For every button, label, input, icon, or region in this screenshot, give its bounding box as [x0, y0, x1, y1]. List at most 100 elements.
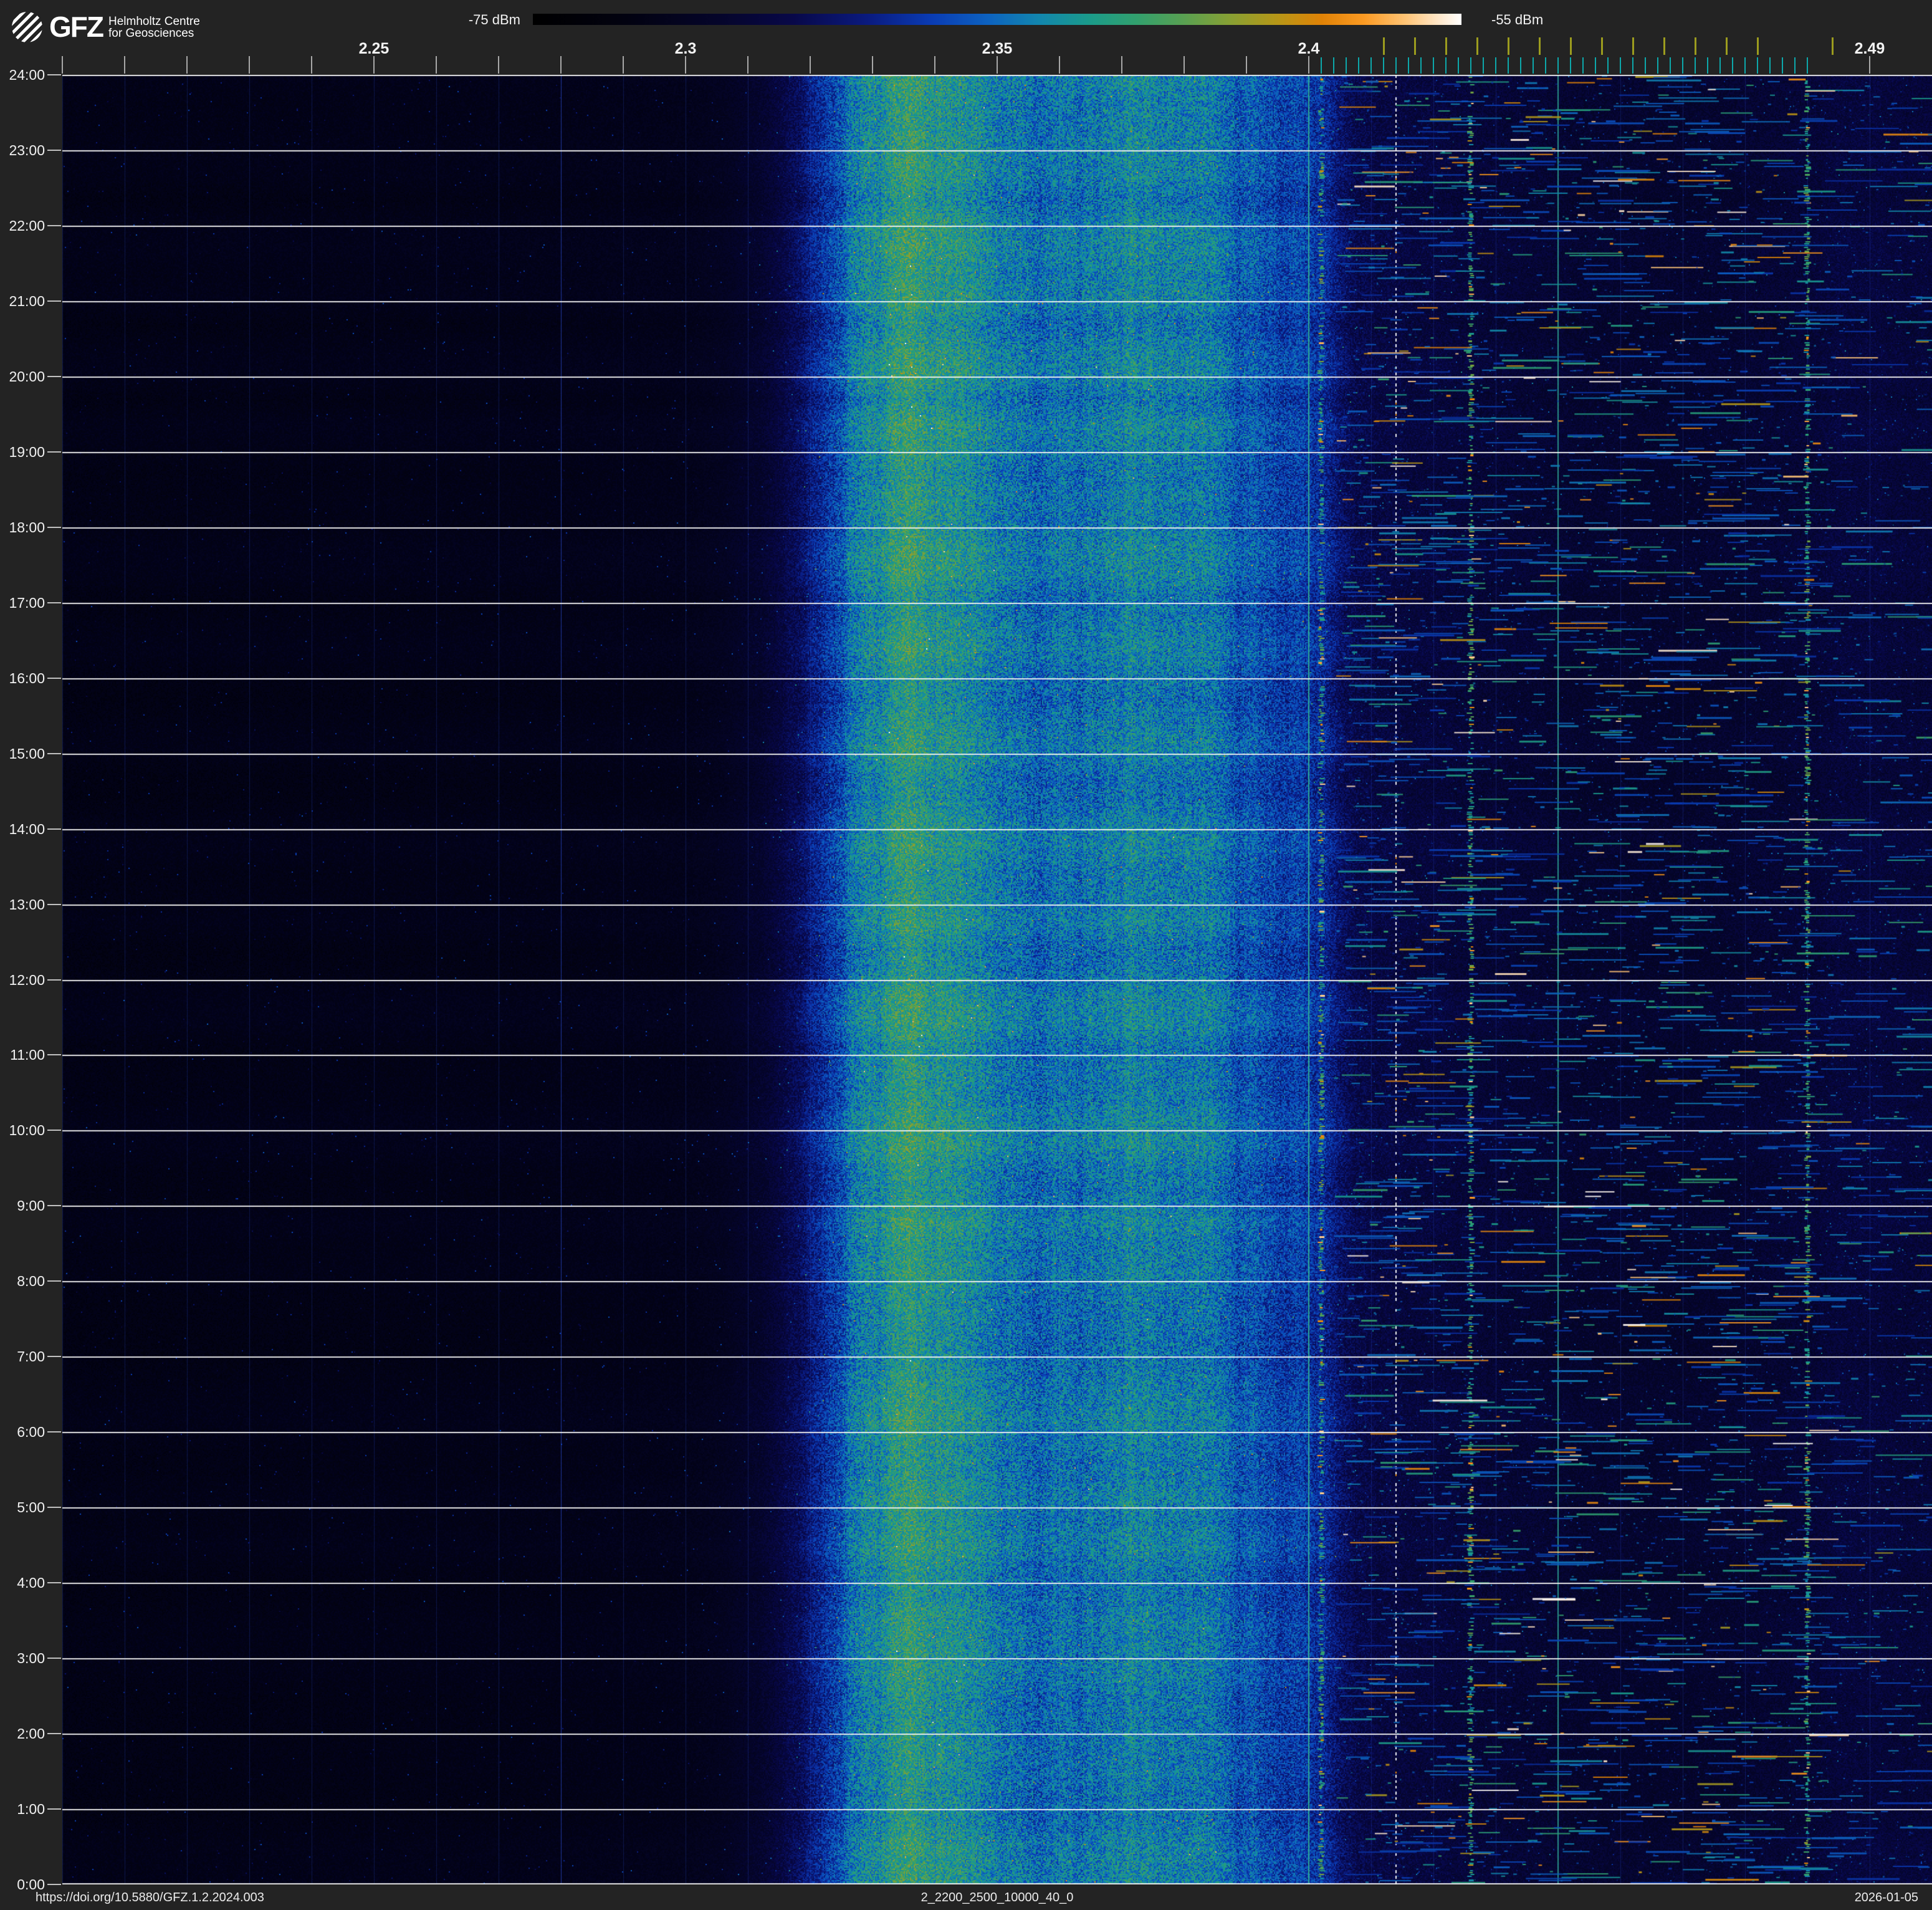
time-label: 2:00 [17, 1725, 45, 1742]
ble-channel-tick [1620, 57, 1621, 74]
hour-tick [47, 1582, 61, 1584]
spectrogram-canvas [62, 75, 1932, 1884]
ble-channel-tick [1757, 57, 1758, 74]
hour-tick [47, 526, 61, 528]
time-label: 18:00 [9, 519, 45, 535]
ble-channel-tick [1732, 57, 1733, 74]
frequency-tick [436, 56, 437, 74]
frequency-tick [747, 56, 748, 74]
ble-channel-tick [1395, 57, 1397, 74]
time-label: 22:00 [9, 217, 45, 234]
time-label: 19:00 [9, 443, 45, 460]
time-label: 20:00 [9, 368, 45, 385]
time-label: 16:00 [9, 669, 45, 686]
time-label: 23:00 [9, 142, 45, 158]
logo-brand: GFZ [49, 11, 104, 43]
frequency-tick-label: 2.25 [358, 40, 390, 57]
wifi-channel-tick [1445, 37, 1447, 55]
wifi-channel-tick [1601, 37, 1603, 55]
ble-channel-tick [1445, 57, 1447, 74]
ble-channel-tick [1794, 57, 1796, 74]
hour-tick [47, 1054, 61, 1056]
logo-org-line2: for Geosciences [108, 27, 194, 40]
ble-channel-tick [1657, 57, 1658, 74]
time-label: 4:00 [17, 1575, 45, 1591]
frequency-tick [1246, 56, 1247, 74]
time-label: 12:00 [9, 971, 45, 988]
ble-channel-tick [1557, 57, 1559, 74]
frequency-tick [685, 56, 686, 74]
frequency-tick [373, 56, 375, 74]
wifi-channel-tick [1695, 37, 1696, 55]
ble-channel-tick [1670, 57, 1671, 74]
frequency-tick [934, 56, 935, 74]
hour-tick [47, 1507, 61, 1509]
wifi-channel-tick [1570, 37, 1572, 55]
time-label: 6:00 [17, 1424, 45, 1441]
logo-org-name: Helmholtz Centre for Geosciences [108, 16, 200, 39]
dataset-id-label: 2_2200_2500_10000_40_0 [921, 1891, 1074, 1904]
wifi-channel-tick [1414, 37, 1416, 55]
ble-channel-tick [1707, 57, 1708, 74]
ble-channel-tick [1333, 57, 1334, 74]
hour-tick [47, 752, 61, 754]
wifi-channel-tick [1476, 37, 1478, 55]
frequency-tick [1869, 56, 1870, 74]
gfz-logo-icon [12, 12, 42, 42]
ble-channel-tick [1782, 57, 1783, 74]
ble-channel-tick [1520, 57, 1521, 74]
hour-tick [47, 1884, 61, 1885]
time-label: 24:00 [9, 67, 45, 83]
hour-tick [47, 149, 61, 151]
time-label: 11:00 [10, 1047, 45, 1063]
hour-tick [47, 375, 61, 377]
ble-channel-tick [1321, 57, 1322, 74]
ble-channel-tick [1495, 57, 1496, 74]
ble-channel-tick [1358, 57, 1359, 74]
hour-tick [47, 677, 61, 679]
frequency-tick [1059, 56, 1060, 74]
wifi-channel-tick [1832, 37, 1834, 55]
ble-channel-tick [1807, 57, 1808, 74]
hour-tick [47, 1130, 61, 1131]
ble-channel-tick [1769, 57, 1771, 74]
frequency-tick [1121, 56, 1122, 74]
ble-channel-tick [1695, 57, 1696, 74]
ble-channel-tick [1607, 57, 1609, 74]
ble-channel-tick [1458, 57, 1459, 74]
frequency-tick-label: 2.3 [674, 40, 697, 57]
frequency-tick-label: 2.4 [1298, 40, 1320, 57]
hour-tick [47, 1280, 61, 1282]
frequency-tick [311, 56, 312, 74]
logo-org-line1: Helmholtz Centre [108, 15, 200, 28]
ble-channel-tick [1508, 57, 1509, 74]
hour-tick [47, 1733, 61, 1735]
frequency-tick [1308, 56, 1309, 74]
frequency-tick [62, 56, 63, 74]
hour-tick [47, 1658, 61, 1659]
wifi-channel-tick [1726, 37, 1728, 55]
colorbar-max-label: -55 dBm [1491, 12, 1544, 27]
hour-tick [47, 74, 61, 75]
frequency-tick [124, 56, 125, 74]
ble-channel-tick [1570, 57, 1571, 74]
hour-tick [47, 1205, 61, 1207]
frequency-tick [1184, 56, 1185, 74]
time-label: 17:00 [9, 594, 45, 611]
ble-channel-tick [1470, 57, 1471, 74]
frequency-tick [810, 56, 811, 74]
hour-tick [47, 979, 61, 981]
frequency-tick [872, 56, 873, 74]
time-label: 21:00 [9, 292, 45, 309]
hour-tick [47, 224, 61, 226]
wifi-channel-tick [1383, 37, 1385, 55]
ble-channel-tick [1408, 57, 1409, 74]
wifi-channel-tick [1757, 37, 1759, 55]
frequency-tick [997, 56, 998, 74]
time-label: 7:00 [17, 1348, 45, 1365]
ble-channel-tick [1744, 57, 1746, 74]
ble-channel-tick [1346, 57, 1347, 74]
ble-channel-tick [1682, 57, 1683, 74]
hour-tick [47, 451, 61, 453]
hour-tick [47, 300, 61, 302]
